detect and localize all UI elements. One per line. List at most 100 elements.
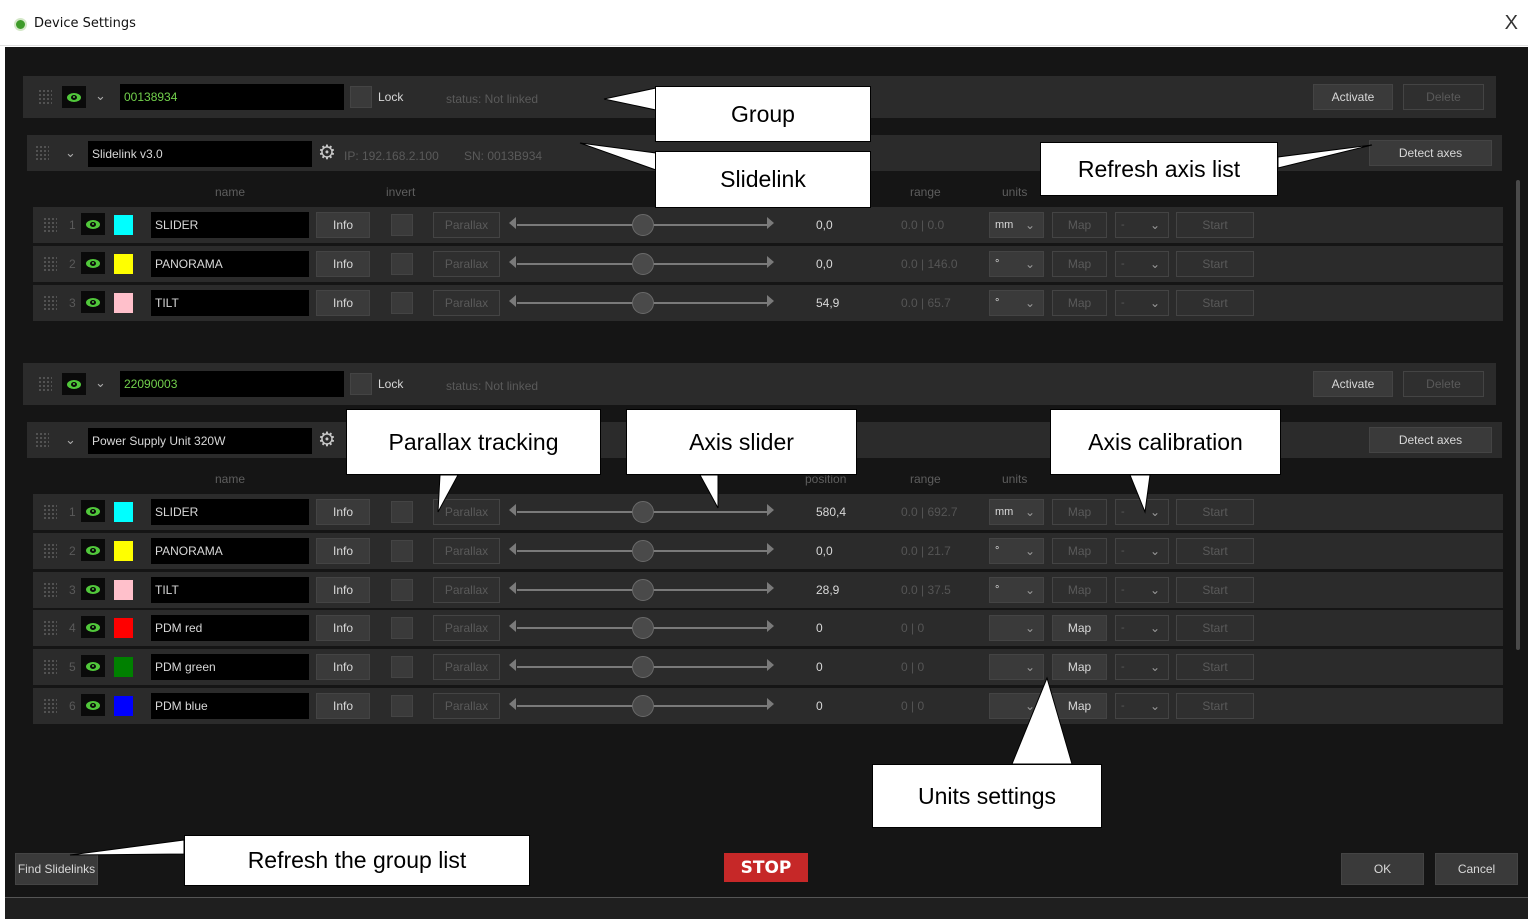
activate-button[interactable]: Activate — [1313, 371, 1393, 397]
slider-right-arrow-icon[interactable] — [767, 504, 774, 516]
map-button[interactable]: Map — [1052, 290, 1107, 316]
calibration-start-button[interactable]: Start — [1176, 212, 1254, 238]
calibration-dropdown[interactable]: - ⌄ — [1115, 654, 1169, 680]
delete-button[interactable]: Delete — [1403, 84, 1484, 110]
find-slidelinks-button[interactable]: Find Slidelinks — [15, 853, 98, 885]
invert-checkbox[interactable] — [391, 695, 413, 717]
scrollbar[interactable] — [1516, 180, 1520, 650]
slider-left-arrow-icon[interactable] — [509, 217, 516, 229]
invert-checkbox[interactable] — [391, 253, 413, 275]
close-button[interactable]: X — [1505, 12, 1518, 35]
slider-left-arrow-icon[interactable] — [509, 659, 516, 671]
axis-color-swatch[interactable] — [114, 215, 133, 235]
invert-checkbox[interactable] — [391, 501, 413, 523]
drag-handle-icon[interactable] — [35, 145, 49, 161]
parallax-button[interactable]: Parallax — [433, 538, 500, 564]
axis-color-swatch[interactable] — [114, 696, 133, 716]
parallax-button[interactable]: Parallax — [433, 251, 500, 277]
device-name-field[interactable]: Slidelink v3.0 — [88, 141, 312, 167]
axis-visibility-eye-icon[interactable] — [81, 213, 105, 235]
axis-name-field[interactable]: PANORAMA — [151, 538, 309, 564]
parallax-button[interactable]: Parallax — [433, 693, 500, 719]
invert-checkbox[interactable] — [391, 579, 413, 601]
parallax-button[interactable]: Parallax — [433, 577, 500, 603]
axis-info-button[interactable]: Info — [316, 251, 370, 277]
calibration-start-button[interactable]: Start — [1176, 538, 1254, 564]
axis-color-swatch[interactable] — [114, 254, 133, 274]
axis-slider-knob[interactable] — [632, 540, 654, 562]
calibration-dropdown[interactable]: - ⌄ — [1115, 251, 1169, 277]
units-dropdown[interactable]: ⌄ — [989, 615, 1044, 641]
calibration-dropdown[interactable]: - ⌄ — [1115, 212, 1169, 238]
axis-visibility-eye-icon[interactable] — [81, 291, 105, 313]
axis-info-button[interactable]: Info — [316, 212, 370, 238]
slider-left-arrow-icon[interactable] — [509, 698, 516, 710]
axis-name-field[interactable]: SLIDER — [151, 212, 309, 238]
drag-handle-icon[interactable] — [43, 256, 57, 272]
units-dropdown[interactable]: ⌄ — [989, 654, 1044, 680]
axis-visibility-eye-icon[interactable] — [81, 252, 105, 274]
slider-left-arrow-icon[interactable] — [509, 256, 516, 268]
calibration-start-button[interactable]: Start — [1176, 290, 1254, 316]
group-visibility-eye-icon[interactable] — [62, 86, 86, 108]
parallax-button[interactable]: Parallax — [433, 499, 500, 525]
group-visibility-eye-icon[interactable] — [62, 373, 86, 395]
slider-left-arrow-icon[interactable] — [509, 620, 516, 632]
axis-info-button[interactable]: Info — [316, 693, 370, 719]
drag-handle-icon[interactable] — [43, 620, 57, 636]
parallax-button[interactable]: Parallax — [433, 212, 500, 238]
axis-visibility-eye-icon[interactable] — [81, 539, 105, 561]
axis-color-swatch[interactable] — [114, 293, 133, 313]
slider-left-arrow-icon[interactable] — [509, 543, 516, 555]
map-button[interactable]: Map — [1052, 693, 1107, 719]
axis-visibility-eye-icon[interactable] — [81, 578, 105, 600]
group-expand-chevron-icon[interactable]: ⌄ — [95, 88, 106, 104]
calibration-start-button[interactable]: Start — [1176, 251, 1254, 277]
axis-color-swatch[interactable] — [114, 618, 133, 638]
slider-left-arrow-icon[interactable] — [509, 582, 516, 594]
axis-name-field[interactable]: TILT — [151, 577, 309, 603]
axis-info-button[interactable]: Info — [316, 654, 370, 680]
gear-icon[interactable]: ⚙ — [318, 427, 336, 452]
drag-handle-icon[interactable] — [43, 543, 57, 559]
units-dropdown[interactable]: ° ⌄ — [989, 538, 1044, 564]
axis-info-button[interactable]: Info — [316, 499, 370, 525]
drag-handle-icon[interactable] — [43, 504, 57, 520]
group-id-field[interactable]: 00138934 — [120, 84, 344, 110]
activate-button[interactable]: Activate — [1313, 84, 1393, 110]
calibration-dropdown[interactable]: - ⌄ — [1115, 290, 1169, 316]
map-button[interactable]: Map — [1052, 615, 1107, 641]
drag-handle-icon[interactable] — [35, 432, 49, 448]
axis-color-swatch[interactable] — [114, 502, 133, 522]
calibration-start-button[interactable]: Start — [1176, 693, 1254, 719]
axis-visibility-eye-icon[interactable] — [81, 694, 105, 716]
axis-name-field[interactable]: TILT — [151, 290, 309, 316]
calibration-dropdown[interactable]: - ⌄ — [1115, 538, 1169, 564]
axis-name-field[interactable]: SLIDER — [151, 499, 309, 525]
device-expand-chevron-icon[interactable]: ⌄ — [65, 432, 76, 448]
axis-color-swatch[interactable] — [114, 580, 133, 600]
axis-name-field[interactable]: PDM blue — [151, 693, 309, 719]
stop-button[interactable]: STOP — [724, 853, 808, 882]
group-expand-chevron-icon[interactable]: ⌄ — [95, 375, 106, 391]
drag-handle-icon[interactable] — [43, 295, 57, 311]
invert-checkbox[interactable] — [391, 292, 413, 314]
drag-handle-icon[interactable] — [43, 698, 57, 714]
calibration-dropdown[interactable]: - ⌄ — [1115, 577, 1169, 603]
axis-info-button[interactable]: Info — [316, 615, 370, 641]
map-button[interactable]: Map — [1052, 499, 1107, 525]
axis-slider-knob[interactable] — [632, 579, 654, 601]
parallax-button[interactable]: Parallax — [433, 290, 500, 316]
axis-info-button[interactable]: Info — [316, 577, 370, 603]
axis-slider-knob[interactable] — [632, 501, 654, 523]
axis-slider-knob[interactable] — [632, 292, 654, 314]
axis-info-button[interactable]: Info — [316, 290, 370, 316]
invert-checkbox[interactable] — [391, 656, 413, 678]
units-dropdown[interactable]: ° ⌄ — [989, 290, 1044, 316]
axis-name-field[interactable]: PDM red — [151, 615, 309, 641]
lock-checkbox[interactable] — [350, 373, 372, 395]
slider-left-arrow-icon[interactable] — [509, 295, 516, 307]
axis-slider-knob[interactable] — [632, 214, 654, 236]
detect-axes-button[interactable]: Detect axes — [1369, 427, 1492, 453]
units-dropdown[interactable]: mm ⌄ — [989, 499, 1044, 525]
